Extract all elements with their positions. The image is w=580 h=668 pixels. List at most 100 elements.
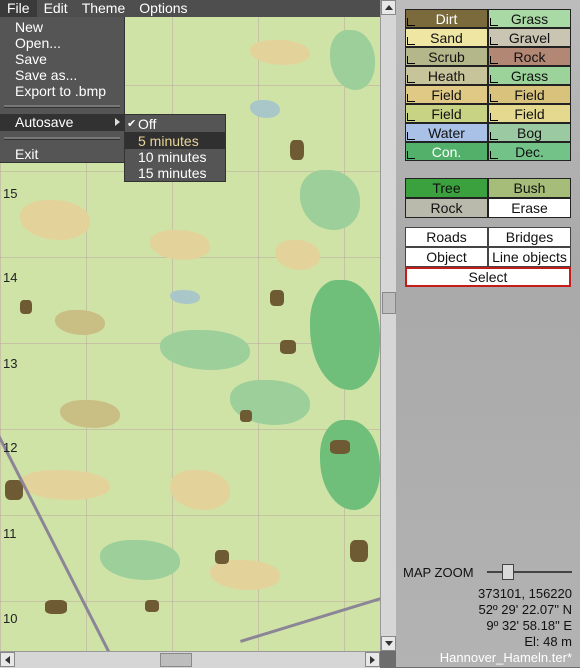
terrain-swatch[interactable]: Dirt xyxy=(405,9,488,28)
terrain-swatch[interactable]: Field xyxy=(488,85,571,104)
swatch-corner-icon xyxy=(490,94,498,102)
terrain-swatch[interactable]: Scrub xyxy=(405,47,488,66)
menu-item-save[interactable]: Save xyxy=(15,51,47,67)
swatch-corner-icon xyxy=(407,37,415,45)
scroll-right-button[interactable] xyxy=(365,652,380,667)
menu-edit[interactable]: Edit xyxy=(37,0,75,17)
terrain-swatch[interactable]: Field xyxy=(488,104,571,123)
longitude: 9º 32' 58.18" E xyxy=(486,618,572,633)
terrain-swatch-label: Field xyxy=(514,87,545,103)
menu-file[interactable]: File xyxy=(0,0,37,17)
brush-palette: Tree Bush Rock Erase xyxy=(405,178,571,218)
terrain-patch xyxy=(150,230,210,260)
terrain-swatch[interactable]: Water xyxy=(405,123,488,142)
terrain-swatch[interactable]: Dec. xyxy=(488,142,571,161)
autosave-15-minutes[interactable]: 15 minutes xyxy=(138,165,206,181)
swatch-corner-icon xyxy=(407,132,415,140)
grid-label: 13 xyxy=(3,356,18,371)
brush-swatch-label: Rock xyxy=(430,200,463,216)
arrow-right-icon xyxy=(370,656,375,664)
village-patch xyxy=(270,290,284,306)
village-patch xyxy=(330,440,350,454)
brush-swatch-label: Tree xyxy=(432,180,461,196)
menu-item-exit[interactable]: Exit xyxy=(15,146,38,162)
grid-label: 12 xyxy=(3,440,18,455)
menu-theme[interactable]: Theme xyxy=(75,0,133,17)
village-patch xyxy=(280,340,296,354)
vertical-scrollbar[interactable] xyxy=(380,0,396,651)
terrain-patch xyxy=(300,170,360,230)
brush-swatch[interactable]: Tree xyxy=(405,178,488,198)
terrain-swatch-label: Sand xyxy=(430,30,463,46)
vertical-scroll-thumb[interactable] xyxy=(382,292,396,314)
file-menu: New Open... Save Save as... Export to .b… xyxy=(0,17,125,163)
brush-swatch[interactable]: Erase xyxy=(488,198,571,218)
terrain-patch xyxy=(60,400,120,428)
select-button[interactable]: Select xyxy=(405,267,571,287)
terrain-patch xyxy=(275,240,320,270)
autosave-5-minutes[interactable]: 5 minutes xyxy=(138,133,199,149)
terrain-swatch[interactable]: Sand xyxy=(405,28,488,47)
scroll-down-button[interactable] xyxy=(381,636,396,651)
water-patch xyxy=(250,100,280,118)
roads-button[interactable]: Roads xyxy=(405,227,488,247)
horizontal-scrollbar[interactable] xyxy=(0,651,380,668)
terrain-swatch-label: Grass xyxy=(510,11,549,27)
terrain-swatch-label: Field xyxy=(431,106,462,122)
file-name: Hannover_Hameln.ter* xyxy=(439,650,572,665)
terrain-swatch[interactable]: Field xyxy=(405,104,488,123)
scroll-left-button[interactable] xyxy=(0,652,15,667)
terrain-swatch-label: Bog xyxy=(517,125,542,141)
autosave-off[interactable]: Off xyxy=(138,116,156,132)
bridges-button[interactable]: Bridges xyxy=(488,227,571,247)
swatch-corner-icon xyxy=(490,75,498,83)
latitude: 52º 29' 22.07" N xyxy=(478,602,572,617)
horizontal-scroll-thumb[interactable] xyxy=(160,653,192,667)
terrain-swatch[interactable]: Gravel xyxy=(488,28,571,47)
brush-swatch[interactable]: Bush xyxy=(488,178,571,198)
forest-patch xyxy=(310,280,380,390)
menu-item-save-as[interactable]: Save as... xyxy=(15,67,77,83)
grid-label: 11 xyxy=(3,526,17,541)
terrain-palette: Dirt Grass Sand Gravel Scrub Rock Heath Grass Fi… xyxy=(405,9,571,161)
object-tools: Roads Bridges Object Line objects xyxy=(405,227,571,267)
menu-item-open[interactable]: Open... xyxy=(15,35,61,51)
swatch-corner-icon xyxy=(407,94,415,102)
terrain-swatch[interactable]: Rock xyxy=(488,47,571,66)
terrain-swatch[interactable]: Grass xyxy=(488,66,571,85)
menu-item-new[interactable]: New xyxy=(15,19,43,35)
terrain-swatch[interactable]: Con. xyxy=(405,142,488,161)
elevation: El: 48 m xyxy=(524,634,572,649)
map-zoom-slider[interactable] xyxy=(487,571,572,573)
brush-swatch-label: Erase xyxy=(511,200,548,216)
autosave-10-minutes[interactable]: 10 minutes xyxy=(138,149,206,165)
terrain-swatch-label: Grass xyxy=(510,68,549,84)
menu-item-autosave[interactable]: Autosave xyxy=(0,114,124,131)
object-button[interactable]: Object xyxy=(405,247,488,267)
village-patch xyxy=(215,550,229,564)
terrain-swatch[interactable]: Grass xyxy=(488,9,571,28)
submenu-arrow-icon xyxy=(115,118,120,126)
swatch-corner-icon xyxy=(490,56,498,64)
check-icon: ✔ xyxy=(127,118,137,130)
terrain-patch xyxy=(250,40,310,65)
swatch-corner-icon xyxy=(407,18,415,26)
swatch-corner-icon xyxy=(490,18,498,26)
road xyxy=(0,435,123,651)
menu-item-export-bmp[interactable]: Export to .bmp xyxy=(15,83,106,99)
line-objects-button[interactable]: Line objects xyxy=(488,247,571,267)
terrain-swatch[interactable]: Bog xyxy=(488,123,571,142)
map-zoom-thumb[interactable] xyxy=(501,564,514,580)
village-patch xyxy=(240,410,252,422)
swatch-corner-icon xyxy=(407,113,415,121)
autosave-submenu: ✔ Off 5 minutes 10 minutes 15 minutes xyxy=(124,114,226,182)
village-patch xyxy=(145,600,159,612)
terrain-swatch[interactable]: Heath xyxy=(405,66,488,85)
swatch-corner-icon xyxy=(490,151,498,159)
brush-swatch[interactable]: Rock xyxy=(405,198,488,218)
terrain-swatch[interactable]: Field xyxy=(405,85,488,104)
menu-options[interactable]: Options xyxy=(132,0,194,17)
swatch-corner-icon xyxy=(407,151,415,159)
scroll-up-button[interactable] xyxy=(381,0,396,15)
swatch-corner-icon xyxy=(490,37,498,45)
